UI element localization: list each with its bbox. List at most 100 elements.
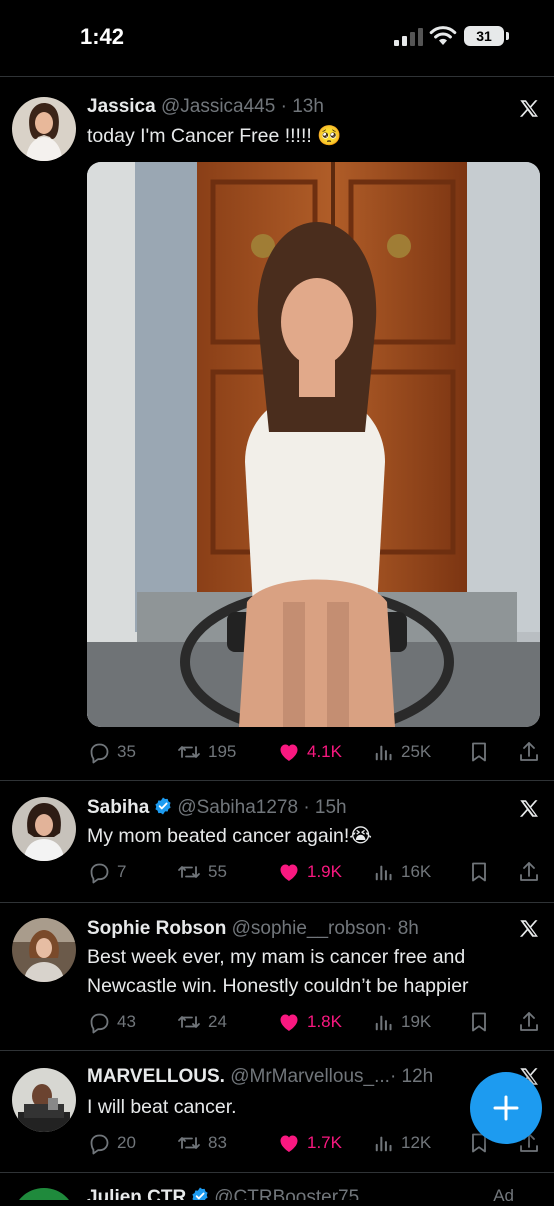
like-count: 1.9K: [307, 862, 342, 881]
reply-button[interactable]: 7: [87, 857, 126, 887]
views-count: 25K: [401, 742, 432, 761]
like-icon: [277, 860, 301, 884]
bookmark-button[interactable]: [467, 1007, 491, 1037]
x-logo-icon: [518, 98, 540, 120]
bookmark-button[interactable]: [467, 737, 491, 767]
avatar[interactable]: [12, 1068, 76, 1132]
retweet-button[interactable]: 195: [176, 737, 236, 767]
tweet[interactable]: Sophie Robson @sophie__robson· 8h Best w…: [0, 902, 554, 1050]
retweet-icon: [176, 860, 202, 884]
battery-icon: 31: [464, 26, 509, 46]
tweet-time: · 12h: [389, 1066, 434, 1087]
author-handle[interactable]: @CTRBooster75: [214, 1187, 359, 1200]
like-icon: [277, 740, 301, 764]
like-count: 4.1K: [307, 742, 342, 761]
author-handle[interactable]: @sophie__robson: [232, 918, 387, 939]
views-count: 19K: [401, 1012, 432, 1031]
avatar[interactable]: [12, 797, 76, 861]
author-name[interactable]: Jassica: [87, 96, 156, 117]
like-count: 1.8K: [307, 1012, 342, 1031]
retweet-count: 55: [208, 862, 227, 881]
retweet-button[interactable]: 24: [176, 1007, 227, 1037]
author-handle[interactable]: @MrMarvellous_...: [230, 1066, 390, 1087]
tweet-header: MARVELLOUS. @MrMarvellous_...· 12h: [87, 1066, 433, 1088]
retweet-count: 83: [208, 1133, 227, 1152]
tweet-header: Sophie Robson @sophie__robson· 8h: [87, 918, 419, 940]
reply-count: 20: [117, 1133, 136, 1152]
views-count: 12K: [401, 1133, 432, 1152]
ad-label: Ad: [493, 1186, 514, 1205]
author-name[interactable]: Julien CTR: [87, 1187, 186, 1200]
tweet-time: · 15h: [303, 797, 347, 818]
x-logo-icon: [518, 918, 540, 940]
battery-level: 31: [476, 28, 492, 44]
bookmark-icon: [467, 1010, 491, 1034]
reply-icon: [87, 740, 111, 764]
reply-button[interactable]: 35: [87, 737, 136, 767]
reply-count: 7: [117, 862, 127, 881]
reply-button[interactable]: 43: [87, 1007, 136, 1037]
views-icon: [373, 741, 395, 763]
author-handle[interactable]: @Jassica445: [161, 96, 275, 117]
author-name[interactable]: Sophie Robson: [87, 918, 226, 939]
tweet-actions: 7 55 1.9K 16K: [87, 857, 542, 887]
views-button[interactable]: 16K: [373, 857, 431, 887]
like-button[interactable]: 1.8K: [277, 1007, 342, 1037]
verified-badge-icon: [153, 796, 173, 816]
divider: [0, 76, 554, 77]
author-name[interactable]: MARVELLOUS.: [87, 1066, 225, 1087]
like-button[interactable]: 1.9K: [277, 857, 342, 887]
status-time: 1:42: [80, 24, 125, 49]
share-button[interactable]: [517, 1007, 541, 1037]
tweet[interactable]: Jassica @Jassica445 · 13h today I'm Canc…: [0, 80, 554, 780]
views-button[interactable]: 25K: [373, 737, 431, 767]
retweet-count: 24: [208, 1012, 227, 1031]
compose-button[interactable]: [470, 1072, 542, 1144]
views-icon: [373, 1132, 395, 1154]
reply-icon: [87, 860, 111, 884]
share-button[interactable]: [517, 737, 541, 767]
retweet-count: 195: [208, 742, 237, 761]
tweet-text: My mom beated cancer again!😭: [87, 825, 373, 847]
x-logo-icon: [518, 798, 540, 820]
tweet-header: Julien CTR @CTRBooster75: [87, 1186, 359, 1200]
compose-plus-icon: [493, 1095, 519, 1121]
like-button[interactable]: 1.7K: [277, 1128, 342, 1158]
tweet-text: Best week ever, my mam is cancer free an…: [87, 946, 469, 997]
tweet-actions: 35 195 4.1K 25K: [87, 737, 542, 767]
tweet-photo[interactable]: [87, 162, 540, 727]
like-button[interactable]: 4.1K: [277, 737, 342, 767]
avatar[interactable]: [12, 97, 76, 161]
bookmark-icon: [467, 740, 491, 764]
reply-count: 43: [117, 1012, 136, 1031]
wifi-icon: [429, 26, 457, 45]
author-handle[interactable]: @Sabiha1278: [177, 797, 298, 818]
avatar[interactable]: [12, 1188, 76, 1200]
bookmark-icon: [467, 860, 491, 884]
retweet-button[interactable]: 83: [176, 1128, 227, 1158]
retweet-button[interactable]: 55: [176, 857, 227, 887]
share-button[interactable]: [517, 857, 541, 887]
reply-button[interactable]: 20: [87, 1128, 136, 1158]
like-count: 1.7K: [307, 1133, 342, 1152]
author-name[interactable]: Sabiha: [87, 797, 149, 818]
avatar[interactable]: [12, 918, 76, 982]
tweet-ad[interactable]: Julien CTR @CTRBooster75: [0, 1172, 554, 1200]
reply-icon: [87, 1010, 111, 1034]
views-count: 16K: [401, 862, 432, 881]
share-icon: [517, 740, 541, 764]
retweet-icon: [176, 1131, 202, 1155]
like-icon: [277, 1131, 301, 1155]
tweet-actions: 43 24 1.8K 19K: [87, 1007, 542, 1037]
views-button[interactable]: 19K: [373, 1007, 431, 1037]
retweet-icon: [176, 1010, 202, 1034]
status-bar: 1:42 31: [0, 0, 554, 76]
verified-badge-icon: [190, 1186, 210, 1200]
tweet-header: Jassica @Jassica445 · 13h: [87, 96, 324, 118]
tweet-header: Sabiha @Sabiha1278 · 15h: [87, 796, 347, 819]
tweet[interactable]: Sabiha @Sabiha1278 · 15h My mom beated ca…: [0, 780, 554, 902]
views-icon: [373, 1011, 395, 1033]
views-button[interactable]: 12K: [373, 1128, 431, 1158]
tweet-time: · 8h: [386, 918, 419, 939]
bookmark-button[interactable]: [467, 857, 491, 887]
